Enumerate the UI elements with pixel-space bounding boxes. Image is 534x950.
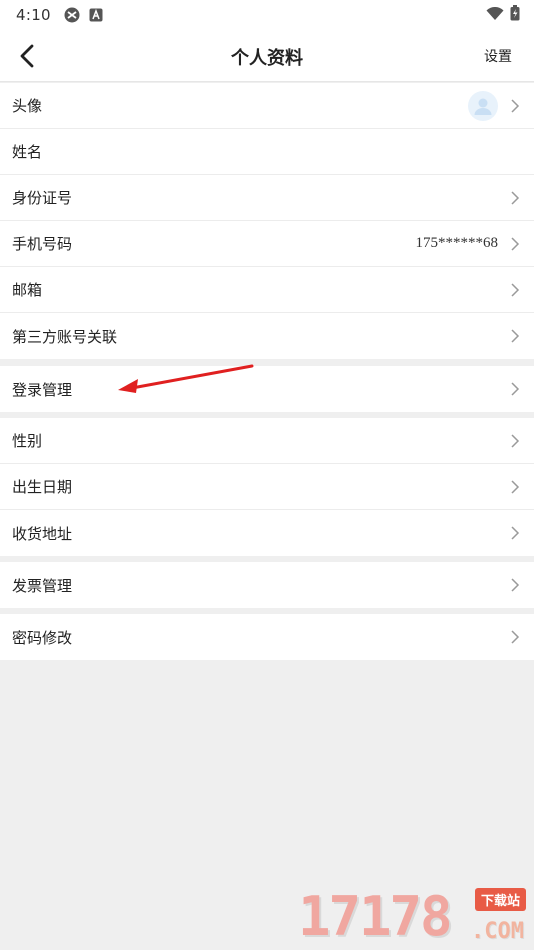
row-birth-date[interactable]: 出生日期 (0, 464, 534, 510)
avatar[interactable] (468, 90, 498, 121)
watermark-suffix: .COM (471, 919, 524, 944)
app-a-icon (89, 8, 103, 22)
chevron-right-icon (511, 630, 520, 644)
row-id-number[interactable]: 身份证号 (0, 175, 534, 221)
row-label: 第三方账号关联 (12, 327, 118, 346)
row-label: 头像 (12, 97, 43, 115)
chevron-right-icon (511, 98, 520, 113)
row-label: 登录管理 (12, 380, 73, 399)
row-label: 出生日期 (12, 478, 73, 496)
chevron-right-icon (511, 329, 520, 343)
profile-group-basic: 头像 姓名 身份证号 手机号码 175******68 邮箱 第三方账号关联 (0, 83, 534, 359)
watermark-logo: 17178 下载站 .COM (298, 885, 530, 950)
chevron-right-icon (511, 578, 520, 592)
profile-group-personal: 性别 出生日期 收货地址 (0, 418, 534, 556)
row-avatar[interactable]: 头像 (0, 83, 534, 129)
profile-group-login: 登录管理 (0, 366, 534, 412)
sync-icon (63, 6, 81, 24)
chevron-right-icon (511, 479, 520, 494)
row-third-party-accounts[interactable]: 第三方账号关联 (0, 313, 534, 359)
row-label: 身份证号 (12, 189, 73, 207)
row-change-password[interactable]: 密码修改 (0, 614, 534, 660)
row-name[interactable]: 姓名 (0, 129, 534, 175)
status-bar: 4:10 (0, 0, 534, 30)
chevron-right-icon (511, 526, 520, 540)
row-invoice-management[interactable]: 发票管理 (0, 562, 534, 608)
row-label: 性别 (12, 432, 43, 450)
watermark-tag: 下载站 (474, 888, 526, 911)
row-gender[interactable]: 性别 (0, 418, 534, 464)
chevron-right-icon (511, 282, 520, 297)
watermark-digits: 17178 (298, 885, 453, 948)
row-email[interactable]: 邮箱 (0, 267, 534, 313)
header-bar: 个人资料 设置 (0, 30, 534, 82)
chevron-right-icon (511, 190, 520, 205)
row-login-management[interactable]: 登录管理 (0, 366, 534, 412)
phone-value: 175******68 (415, 235, 499, 251)
row-label: 手机号码 (12, 235, 73, 253)
page-title: 个人资料 (231, 48, 303, 69)
row-phone[interactable]: 手机号码 175******68 (0, 221, 534, 267)
wifi-icon (486, 6, 504, 25)
chevron-right-icon (511, 236, 520, 251)
settings-button[interactable]: 设置 (484, 46, 512, 66)
chevron-right-icon (511, 382, 520, 396)
row-label: 收货地址 (12, 524, 73, 543)
user-icon (474, 98, 492, 115)
row-label: 姓名 (12, 143, 43, 161)
profile-group-invoice: 发票管理 (0, 562, 534, 608)
row-label: 密码修改 (12, 628, 73, 647)
chevron-right-icon (511, 433, 520, 448)
profile-group-password: 密码修改 (0, 614, 534, 660)
battery-icon (510, 5, 520, 25)
red-arrow-pointer-icon (118, 364, 254, 393)
row-label: 发票管理 (12, 576, 73, 595)
row-label: 邮箱 (12, 281, 43, 299)
status-time: 4:10 (16, 6, 51, 24)
row-shipping-address[interactable]: 收货地址 (0, 510, 534, 556)
